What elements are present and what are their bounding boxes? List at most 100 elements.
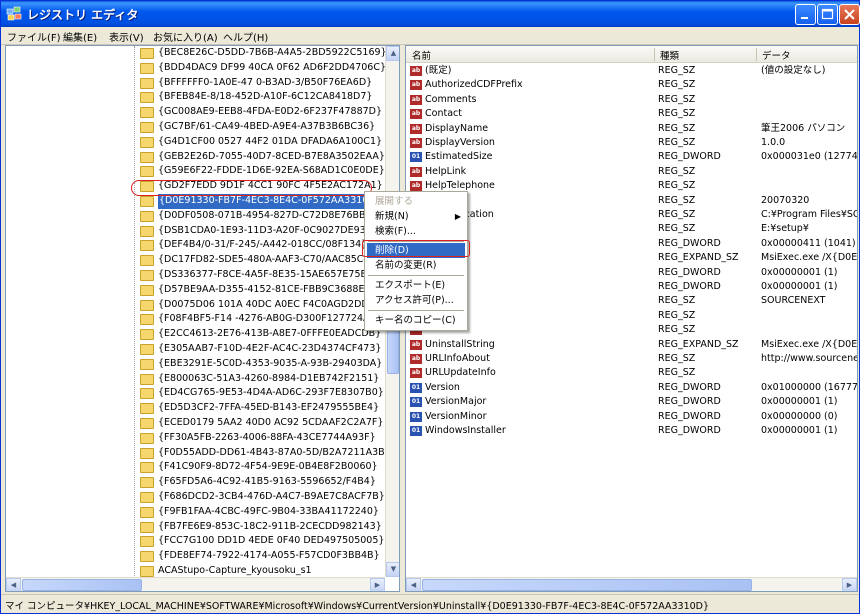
value-row[interactable]: abREG_SZ20070320 (406, 194, 857, 208)
value-row[interactable]: ab URLUpdateInfo REG_SZ (406, 366, 857, 380)
list-header: 名前 種類 データ (406, 46, 857, 63)
value-row[interactable]: ab UninstallString REG_EXPAND_SZ MsiExec.ex… (406, 338, 857, 352)
menu-item-new[interactable]: 新規(N) ▶ (367, 209, 465, 224)
tree-item-label: {F65FD5A6-4C92-41B5-9163-5596652/F4B4} (158, 476, 376, 488)
menu-item-expand[interactable]: 展開する (367, 194, 465, 209)
value-row[interactable]: ab URLInfoAbout REG_SZ http://www.sourcenex… (406, 352, 857, 366)
value-data: 1.0.0 (761, 137, 786, 148)
value-name: EstimatedSize (425, 151, 493, 163)
string-value-icon: ab (410, 181, 422, 192)
string-value-icon: ab (410, 109, 422, 120)
string-value-icon: ab (410, 354, 422, 364)
scroll-right-arrow-icon[interactable]: ▶ (842, 578, 857, 591)
value-row[interactable]: abREG_SZSOURCENEXT (406, 294, 857, 308)
scroll-left-arrow-icon[interactable]: ◀ (406, 578, 421, 591)
tree-item-label: {E305AAB7-F10D-4E2F-AC4C-23D4374CF473} (158, 343, 382, 354)
folder-icon (140, 492, 154, 503)
status-bar: マイ コンピュータ¥HKEY_LOCAL_MACHINE¥SOFTWARE¥Mi… (1, 594, 859, 613)
value-row[interactable]: ab Comments REG_SZ (406, 93, 857, 107)
value-type: REG_DWORD (658, 425, 721, 436)
value-row[interactable]: ab DisplayVersion REG_SZ 1.0.0 (406, 136, 857, 150)
menu-edit[interactable]: 編集(E) (63, 29, 97, 44)
regedit-app-icon (6, 6, 22, 21)
status-key-path: マイ コンピュータ¥HKEY_LOCAL_MACHINE¥SOFTWARE¥Mi… (5, 601, 710, 612)
value-type: REG_SZ (658, 209, 696, 220)
menu-item-rename[interactable]: 名前の変更(R) (367, 258, 465, 273)
value-list-pane[interactable]: 名前 種類 データ ab (既定) REG_SZ (値の設定なし) ab Authoriz… (405, 45, 858, 592)
menu-file[interactable]: ファイル(F) (7, 29, 61, 44)
context-menu: 展開する 新規(N) ▶ 検索(F)... 削除(D) 名前の変更(R) エクス… (364, 191, 468, 331)
value-row[interactable]: 01REG_DWORD0x00000001 (1) (406, 280, 857, 294)
list-hscroll-thumb[interactable] (422, 579, 752, 591)
value-row[interactable]: ab DisplayName REG_SZ 筆王2006 パソコン (406, 122, 857, 136)
menu-item-permissions[interactable]: アクセス許可(P)... (367, 293, 465, 308)
scroll-down-arrow-icon[interactable]: ▼ (386, 562, 399, 577)
value-row[interactable]: 01REG_DWORD0x00000411 (1041) (406, 237, 857, 251)
string-value-icon: ab (410, 166, 422, 177)
tree-guide-line (134, 46, 135, 576)
folder-icon (140, 329, 154, 341)
menu-view[interactable]: 表示(V) (109, 29, 144, 44)
value-type: REG_DWORD (658, 151, 721, 163)
string-value-icon: ab (410, 339, 422, 350)
value-row[interactable]: ab (既定) REG_SZ (値の設定なし) (406, 64, 857, 78)
menu-item-copy-key-name[interactable]: キー名のコピー(C) (367, 313, 465, 328)
maximize-button[interactable] (817, 4, 838, 25)
tree-scroll-thumb[interactable] (387, 324, 399, 374)
menu-bar: ファイル(F) 編集(E) 表示(V) お気に入り(A) ヘルプ(H) (1, 27, 859, 45)
menu-item-delete[interactable]: 削除(D) (367, 243, 465, 258)
menu-separator (368, 241, 464, 242)
value-row[interactable]: ab Contact REG_SZ (406, 107, 857, 121)
value-row[interactable]: ab AuthorizedCDFPrefix REG_SZ (406, 78, 857, 92)
value-row[interactable]: 01Version REG_DWORD 0x01000000 (16777216) (406, 381, 857, 395)
value-row[interactable]: 01REG_DWORD0x00000001 (1) (406, 266, 857, 280)
menu-item-export[interactable]: エクスポート(E) (367, 278, 465, 293)
tree-horizontal-scrollbar[interactable]: ◀ ▶ (6, 577, 385, 591)
column-divider[interactable] (654, 48, 655, 61)
menu-item-find[interactable]: 検索(F)... (367, 224, 465, 239)
value-type: REG_EXPAND_SZ (658, 338, 739, 350)
value-row[interactable]: 01 WindowsInstaller REG_DWORD 0x00000001 (1… (406, 424, 857, 438)
value-name: Version (425, 381, 460, 393)
folder-icon (140, 92, 154, 104)
close-button[interactable] (839, 4, 860, 25)
title-bar[interactable]: レジストリ エディタ (1, 1, 860, 27)
value-data: http://www.sourcenext (761, 353, 858, 364)
value-row[interactable]: abREG_SZ (406, 323, 857, 337)
value-data: 0x000031e0 (12774) (761, 151, 858, 163)
menu-help[interactable]: ヘルプ(H) (223, 29, 268, 44)
value-name: VersionMinor (425, 410, 487, 422)
value-row[interactable]: abInstallLocationREG_SZC:¥Program Files¥… (406, 208, 857, 222)
value-row[interactable]: 01 EstimatedSize REG_DWORD 0x000031e0 (1277… (406, 150, 857, 164)
key-tree-pane[interactable]: {BEC8E26C-D5DD-7B6B-A4A5-2BD5922C5169} {B… (5, 45, 400, 592)
minimize-button[interactable] (795, 4, 816, 25)
tree-hscroll-thumb[interactable] (22, 579, 142, 591)
folder-icon (140, 403, 154, 415)
list-horizontal-scrollbar[interactable]: ◀ ▶ (406, 577, 857, 591)
folder-icon (140, 284, 154, 296)
tree-item-label: {EBE3291E-5C0D-4353-9035-A-93B-29403DA} (158, 357, 383, 369)
value-type: REG_DWORD (658, 266, 721, 278)
value-row[interactable]: 01 VersionMinor REG_DWORD 0x00000000 (0) (406, 410, 857, 424)
value-row[interactable]: abREG_SZE:¥setup¥ (406, 222, 857, 236)
value-type: REG_SZ (658, 79, 696, 91)
scroll-right-arrow-icon[interactable]: ▶ (370, 578, 385, 591)
column-header-name[interactable]: 名前 (412, 48, 431, 62)
folder-icon (140, 151, 154, 163)
menu-separator (368, 310, 464, 311)
column-header-data[interactable]: データ (762, 48, 791, 62)
folder-icon (140, 48, 154, 59)
string-value-icon: ab (410, 66, 422, 76)
value-row[interactable]: ab HelpLink REG_SZ (406, 165, 857, 179)
column-divider[interactable] (756, 48, 757, 61)
value-row[interactable]: ab HelpTelephone REG_SZ (406, 179, 857, 193)
value-row[interactable]: 01 VersionMajor REG_DWORD 0x00000001 (1) (406, 395, 857, 409)
value-type: REG_SZ (658, 295, 696, 307)
column-header-type[interactable]: 種類 (660, 48, 679, 62)
string-value-icon: ab (410, 123, 422, 134)
scroll-left-arrow-icon[interactable]: ◀ (6, 578, 21, 591)
scroll-up-arrow-icon[interactable]: ▲ (386, 46, 399, 61)
value-row[interactable]: abREG_SZ (406, 309, 857, 323)
value-row[interactable]: abREG_EXPAND_SZMsiExec.exe /X{D0E91 (406, 251, 857, 265)
menu-favorites[interactable]: お気に入り(A) (153, 29, 218, 44)
